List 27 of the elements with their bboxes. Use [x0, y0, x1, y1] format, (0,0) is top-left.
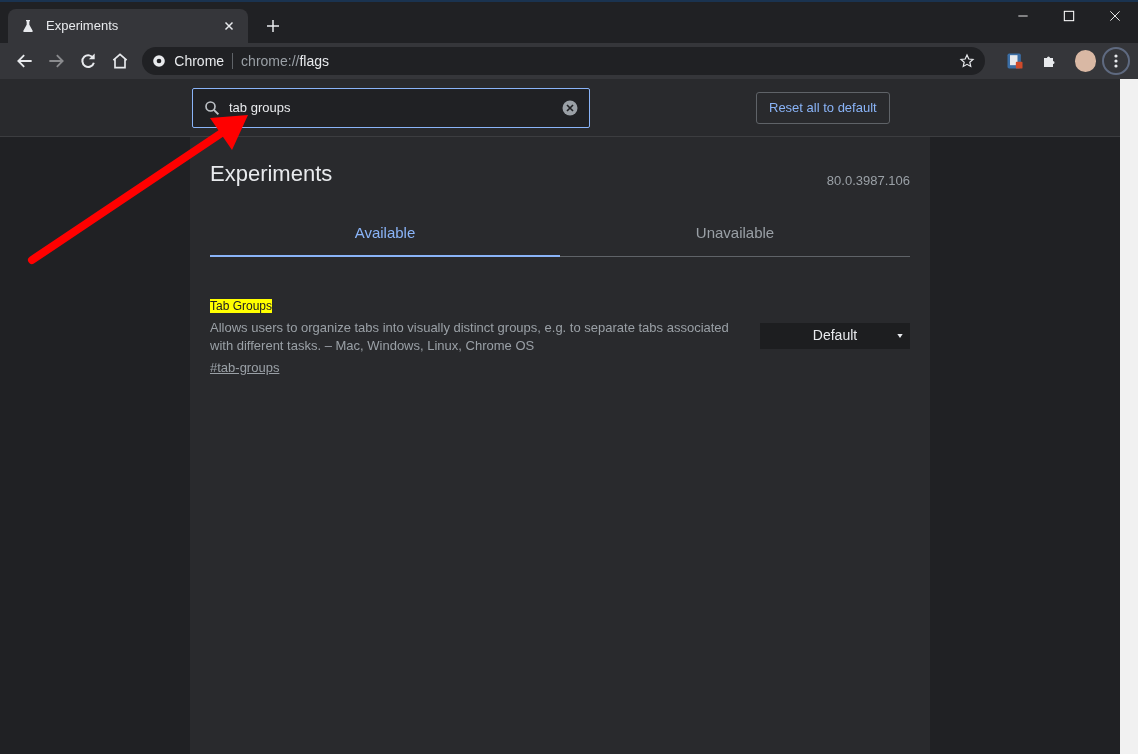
search-icon	[203, 98, 221, 117]
clear-icon[interactable]	[561, 98, 579, 117]
more-icon	[1114, 54, 1119, 68]
address-bar[interactable]: Chrome chrome://flags	[142, 47, 985, 75]
scrollbar[interactable]	[1120, 79, 1138, 754]
flag-title: Tab Groups	[210, 298, 273, 313]
search-input[interactable]: tab groups	[229, 97, 553, 118]
filter-tab[interactable]: Unavailable	[560, 212, 910, 257]
flag-description: Allows users to organize tabs into visually distinct groups, e.g. to separate tabs associated with different tasks. – Mac, Windows, Linux, Chrome OS	[210, 318, 730, 355]
browser-tab[interactable]: Experiments	[8, 9, 248, 43]
close-icon[interactable]	[222, 19, 236, 33]
reset-button[interactable]: Reset all to default	[756, 91, 890, 124]
flag-link[interactable]: #tab-groups	[210, 357, 280, 377]
flask-icon	[20, 18, 36, 34]
menu-button[interactable]	[1102, 47, 1130, 75]
tab-title: Experiments	[46, 17, 120, 36]
page-title: Experiments	[210, 160, 333, 188]
filter-tab[interactable]: Available	[210, 212, 560, 257]
caret-icon	[896, 331, 904, 340]
setting-dropdown[interactable]: Default	[760, 322, 910, 349]
avatar[interactable]	[1074, 50, 1097, 72]
search-field[interactable]: tab groups	[192, 87, 590, 128]
version-text: 80.0.3987.106	[826, 172, 910, 190]
url-text: chrome://flags	[241, 51, 330, 71]
new-tab-icon[interactable]	[264, 17, 282, 35]
star-icon[interactable]	[958, 53, 975, 69]
site-label: Chrome	[174, 51, 225, 71]
